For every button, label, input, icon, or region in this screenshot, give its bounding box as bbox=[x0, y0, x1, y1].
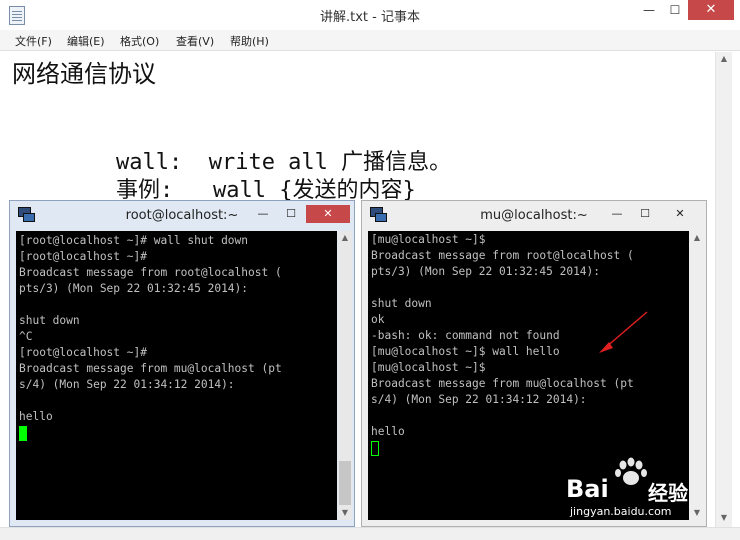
terminal-line: [root@localhost ~]# bbox=[19, 250, 147, 263]
menu-edit[interactable]: 编辑(E) bbox=[67, 33, 105, 49]
scroll-down-arrow-icon[interactable]: ▼ bbox=[338, 506, 352, 520]
paw-icon bbox=[615, 457, 647, 485]
notepad-maximize-button[interactable]: ☐ bbox=[662, 0, 688, 20]
putty-root-close-button[interactable]: ✕ bbox=[306, 205, 350, 223]
putty-mu-title-bar: mu@localhost:~ — ☐ ✕ bbox=[362, 201, 706, 229]
notepad-menu-bar: 文件(F) 编辑(E) 格式(O) 查看(V) 帮助(H) bbox=[0, 30, 740, 51]
putty-root-maximize-button[interactable]: ☐ bbox=[278, 205, 304, 223]
menu-help[interactable]: 帮助(H) bbox=[230, 33, 269, 49]
terminal-line: hello bbox=[19, 410, 53, 423]
menu-file[interactable]: 文件(F) bbox=[15, 33, 52, 49]
watermark-brand: Bai bbox=[566, 475, 609, 503]
terminal-line: [root@localhost ~]# bbox=[19, 346, 147, 359]
scroll-up-arrow-icon[interactable]: ▲ bbox=[690, 231, 704, 245]
terminal-line: Broadcast message from mu@localhost (pt bbox=[371, 377, 634, 390]
terminal-line: s/4) (Mon Sep 22 01:34:12 2014): bbox=[371, 393, 587, 406]
terminal-line: pts/3) (Mon Sep 22 01:32:45 2014): bbox=[19, 282, 249, 295]
red-arrow-icon bbox=[599, 311, 648, 353]
notepad-window-title: 讲解.txt - 记事本 bbox=[320, 10, 420, 25]
notepad-close-button[interactable]: ✕ bbox=[688, 0, 734, 20]
notepad-minimize-button[interactable]: — bbox=[636, 0, 662, 20]
terminal-line: s/4) (Mon Sep 22 01:34:12 2014): bbox=[19, 378, 235, 391]
menu-format[interactable]: 格式(O) bbox=[120, 33, 159, 49]
terminal-line: hello bbox=[371, 425, 405, 438]
watermark-brand-cn: 经验 bbox=[648, 481, 688, 505]
terminal-line: ^C bbox=[19, 330, 33, 343]
putty-mu-minimize-button[interactable]: — bbox=[604, 205, 630, 223]
menu-view[interactable]: 查看(V) bbox=[176, 33, 214, 49]
terminal-cursor bbox=[19, 426, 27, 441]
terminal-line: pts/3) (Mon Sep 22 01:32:45 2014): bbox=[371, 265, 601, 278]
terminal-line: -bash: ok: command not found bbox=[371, 329, 560, 342]
notepad-text-area[interactable]: 网络通信协议 wall: write all 广播信息。 事例: wall {发… bbox=[9, 52, 715, 203]
baidu-watermark: Bai 经验 jingyan.baidu.com bbox=[566, 455, 706, 519]
watermark-site: jingyan.baidu.com bbox=[570, 505, 672, 518]
putty-root-scrollbar[interactable]: ▲ ▼ bbox=[338, 231, 352, 520]
terminal-line: ok bbox=[371, 313, 385, 326]
scroll-down-arrow-icon[interactable]: ▼ bbox=[716, 511, 732, 525]
notepad-vertical-scrollbar[interactable]: ▲ ▼ bbox=[715, 52, 732, 527]
terminal-root[interactable]: [root@localhost ~]# wall shut down [root… bbox=[16, 231, 337, 520]
scroll-up-arrow-icon[interactable]: ▲ bbox=[716, 52, 732, 66]
notepad-bottom-edge bbox=[0, 527, 740, 540]
putty-mu-maximize-button[interactable]: ☐ bbox=[632, 205, 658, 223]
terminal-line: [mu@localhost ~]$ bbox=[371, 233, 486, 246]
note-heading: 网络通信协议 bbox=[12, 60, 156, 88]
putty-root-title-bar: root@localhost:~ — ☐ ✕ bbox=[10, 201, 354, 229]
scroll-up-arrow-icon[interactable]: ▲ bbox=[338, 231, 352, 245]
terminal-line: Broadcast message from mu@localhost (pt bbox=[19, 362, 282, 375]
terminal-line: [mu@localhost ~]$ wall hello bbox=[371, 345, 560, 358]
notepad-title-bar: 讲解.txt - 记事本 — ☐ ✕ bbox=[0, 0, 740, 31]
terminal-line: [mu@localhost ~]$ bbox=[371, 361, 486, 374]
putty-root-minimize-button[interactable]: — bbox=[250, 205, 276, 223]
scroll-thumb[interactable] bbox=[339, 461, 351, 505]
terminal-line: Broadcast message from root@localhost ( bbox=[19, 266, 282, 279]
terminal-line: shut down bbox=[19, 314, 80, 327]
terminal-line: Broadcast message from root@localhost ( bbox=[371, 249, 634, 262]
terminal-line: [root@localhost ~]# wall shut down bbox=[19, 234, 249, 247]
terminal-cursor bbox=[371, 441, 379, 456]
putty-mu-close-button[interactable]: ✕ bbox=[660, 205, 700, 223]
terminal-line: shut down bbox=[371, 297, 432, 310]
putty-window-root: root@localhost:~ — ☐ ✕ [root@localhost ~… bbox=[9, 200, 355, 527]
